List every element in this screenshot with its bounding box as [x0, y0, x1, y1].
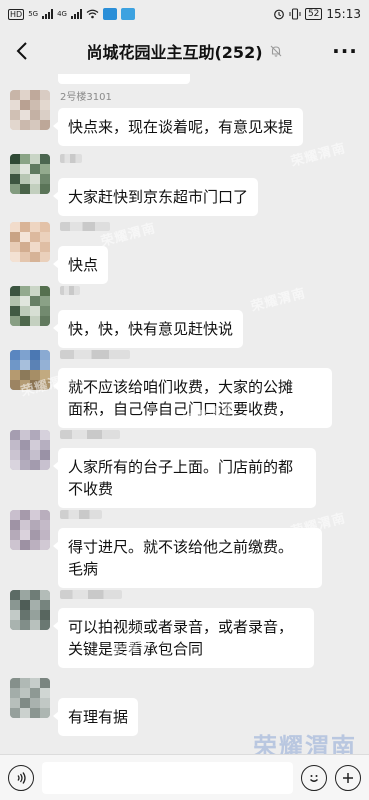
app-notification-icon	[120, 8, 135, 20]
message-input[interactable]	[42, 761, 293, 794]
message-bubble[interactable]: 快点来，现在谈着呢，有意见来提	[52, 108, 304, 146]
avatar[interactable]	[10, 510, 50, 550]
title-wrap: 尚城花园业主互助(252)	[86, 39, 282, 63]
emoji-icon	[310, 774, 318, 782]
avatar[interactable]	[10, 350, 50, 390]
message-item: 快，快，快有意见赶快说	[0, 286, 369, 348]
chat-message-list[interactable]: 2号楼3101 快点来，现在谈着呢，有意见来提 大家赶快到京东超市门口了 快点	[0, 74, 369, 754]
avatar[interactable]	[10, 222, 50, 262]
sender-name-blurred	[60, 430, 120, 439]
hd-indicator: HD	[8, 8, 25, 20]
back-button[interactable]	[6, 34, 38, 68]
voice-icon	[17, 771, 26, 784]
message-item: 2号楼3101 快点来，现在谈着呢，有意见来提	[0, 90, 369, 150]
avatar[interactable]	[10, 286, 50, 326]
emoji-button[interactable]	[301, 764, 327, 791]
message-item: 快点	[0, 222, 369, 284]
voice-button[interactable]	[8, 764, 34, 791]
message-bubble[interactable]: 就不应该给咱们收费，大家的公摊 面积，自己停自己门口还要收费，	[53, 368, 332, 428]
more-options-button[interactable]: ···	[329, 34, 361, 68]
sender-name-blurred	[60, 510, 102, 519]
avatar[interactable]	[10, 430, 50, 470]
message-item: 就不应该给咱们收费，大家的公摊 面积，自己停自己门口还要收费，	[0, 350, 369, 428]
signal-label-2: 4G	[57, 10, 67, 18]
message-bubble[interactable]: 人家所有的台子上面。门店前的都 不收费	[53, 448, 316, 508]
sender-name-blurred	[60, 590, 122, 599]
input-bar	[0, 754, 369, 800]
plus-icon	[343, 772, 353, 783]
message-bubble[interactable]: 大家赶快到京东超市门口了	[52, 178, 259, 216]
message-bubble[interactable]: 得寸进尺。就不该给他之前缴费。 毛病	[53, 528, 322, 588]
signal-icon-1	[42, 9, 54, 19]
watermark-logo-text: 荣耀渭南	[253, 733, 357, 754]
battery-indicator: 52	[304, 8, 323, 20]
sender-name-blurred	[60, 154, 82, 163]
weibo-app-icon	[102, 8, 117, 20]
partial-message-bubble	[58, 74, 190, 84]
bell-off-icon	[270, 45, 281, 57]
signal-label-1: 5G	[28, 10, 39, 18]
sender-name-blurred	[60, 286, 80, 295]
message-bubble[interactable]: 可以拍视频或者录音，或者录音， 关键是要看承包合同	[53, 608, 314, 668]
vibrate-icon	[289, 8, 301, 20]
chat-header: 尚城花园业主互助(252) ···	[0, 28, 369, 74]
avatar[interactable]	[10, 154, 50, 194]
alarm-icon	[274, 9, 284, 20]
status-right: 52 15:13	[273, 7, 361, 21]
chat-title: 尚城花园业主互助(252)	[86, 43, 263, 62]
status-left: HD 5G 4G	[8, 8, 135, 20]
avatar[interactable]	[10, 678, 50, 718]
message-item: 大家赶快到京东超市门口了	[0, 154, 369, 216]
message-item: 得寸进尺。就不该给他之前缴费。 毛病	[0, 510, 369, 588]
plus-button[interactable]	[335, 764, 361, 791]
status-bar: HD 5G 4G 52 15:13	[0, 0, 369, 28]
signal-icon-2	[70, 9, 82, 19]
avatar[interactable]	[10, 590, 50, 630]
sender-name-blurred	[60, 222, 110, 231]
message-bubble[interactable]: 快点	[52, 246, 109, 284]
chevron-left-icon	[16, 42, 27, 60]
message-item: 可以拍视频或者录音，或者录音， 关键是要看承包合同	[0, 590, 369, 668]
sender-name: 2号楼3101	[60, 92, 112, 103]
sender-name-blurred	[60, 350, 130, 359]
status-time: 15:13	[326, 7, 361, 21]
message-bubble[interactable]: 有理有据	[52, 698, 139, 736]
avatar[interactable]	[10, 90, 50, 130]
wifi-icon	[86, 9, 99, 19]
message-item: 人家所有的台子上面。门店前的都 不收费	[0, 430, 369, 508]
message-bubble[interactable]: 快，快，快有意见赶快说	[52, 310, 244, 348]
